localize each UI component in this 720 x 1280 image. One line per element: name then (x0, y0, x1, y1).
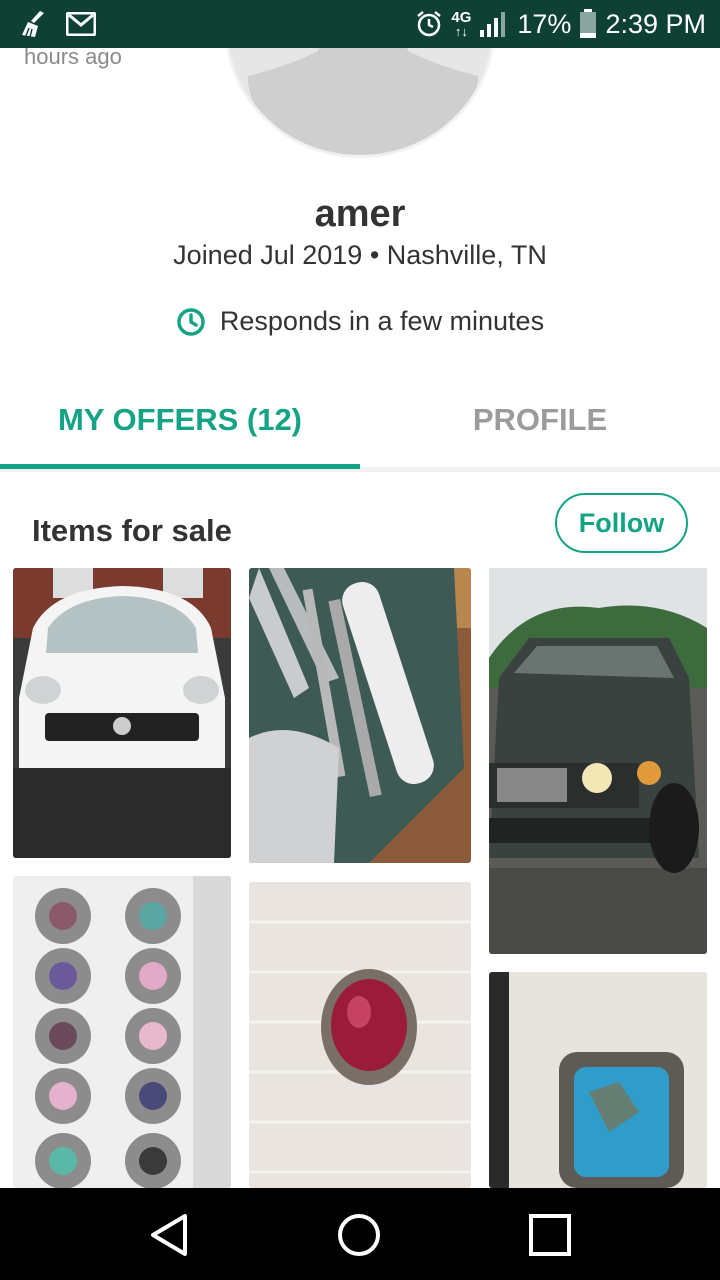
recent-apps-icon[interactable] (527, 1212, 573, 1258)
signal-icon (479, 10, 509, 38)
profile-tabs: MY OFFERS (12) PROFILE (0, 388, 720, 472)
follow-button[interactable]: Follow (555, 493, 688, 553)
clock-icon (176, 307, 206, 337)
screen: 4G ↑↓ 17% 2:39 PM hours ago amer Joined … (0, 0, 720, 1280)
tab-profile[interactable]: PROFILE (360, 388, 720, 468)
joined-location: Joined Jul 2019 • Nashville, TN (173, 240, 547, 270)
back-icon[interactable] (145, 1212, 193, 1258)
item-photo-turquoise-ring[interactable] (489, 972, 707, 1188)
profile-content: hours ago amer Joined Jul 2019 • Nashvil… (0, 48, 720, 1188)
response-time: Responds in a few minutes (0, 306, 720, 337)
home-icon[interactable] (336, 1212, 382, 1258)
item-photo-suv[interactable] (489, 568, 707, 954)
avatar[interactable] (225, 48, 495, 158)
navigation-bar (0, 1188, 720, 1280)
username: amer (314, 193, 406, 235)
battery-percent: 17% (517, 8, 572, 39)
lte-icon: 4G ↑↓ (451, 9, 472, 39)
clock-time: 2:39 PM (605, 8, 706, 39)
item-photo-red-ring[interactable] (249, 882, 471, 1188)
tab-my-offers[interactable]: MY OFFERS (12) (0, 388, 360, 468)
active-tab-indicator (0, 464, 360, 469)
status-bar: 4G ↑↓ 17% 2:39 PM (0, 0, 720, 48)
item-photo-metal-parts[interactable] (249, 568, 471, 863)
items-for-sale-heading: Items for sale (32, 513, 232, 548)
alarm-icon (415, 10, 443, 38)
network-label: 4G (451, 9, 472, 26)
last-seen-text: hours ago (24, 48, 122, 69)
response-time-label: Responds in a few minutes (219, 306, 545, 336)
battery-icon (579, 9, 597, 39)
item-photo-gemstone-rings[interactable] (13, 876, 231, 1188)
item-photo-minivan[interactable] (13, 568, 231, 858)
broom-icon (18, 9, 52, 39)
gmail-icon (66, 12, 96, 36)
